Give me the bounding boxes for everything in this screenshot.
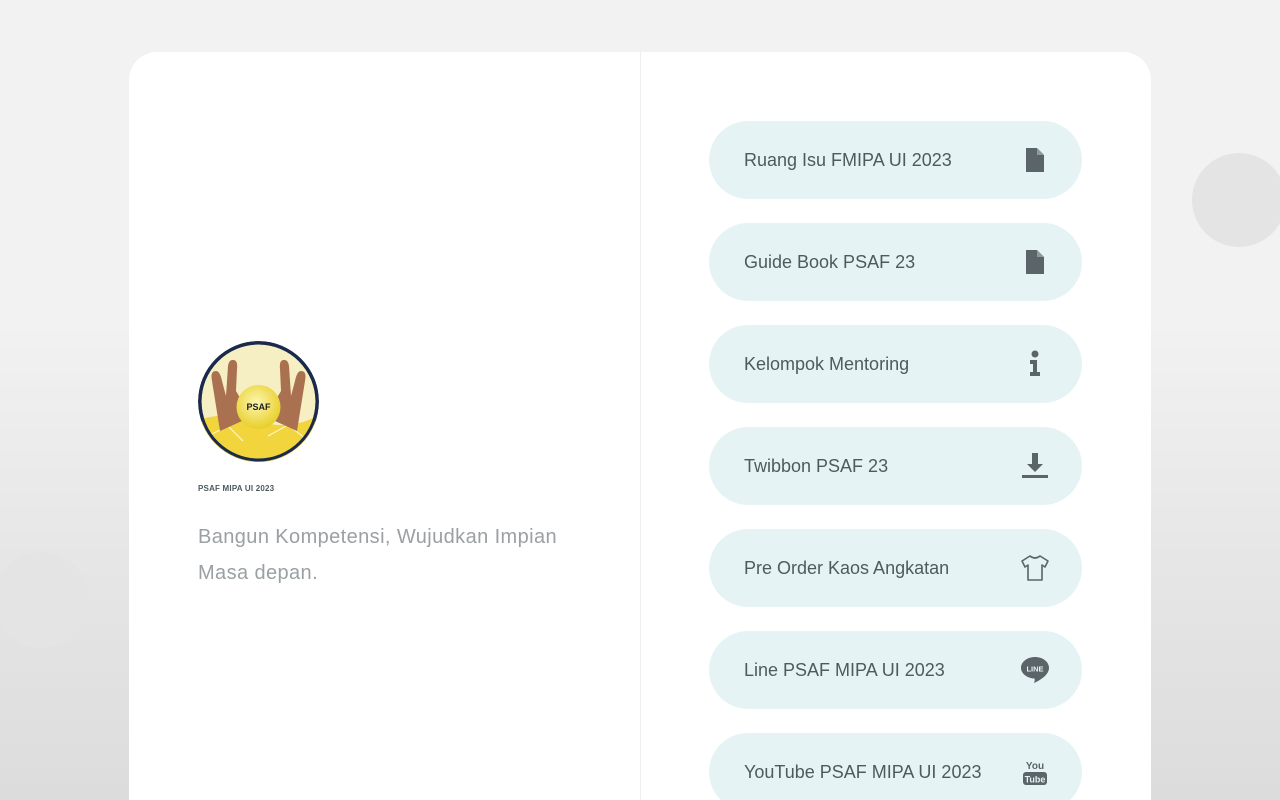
document-icon: [1020, 145, 1050, 175]
avatar: PSAF: [198, 341, 319, 462]
logo-text: PSAF: [246, 402, 271, 412]
tshirt-icon: [1020, 553, 1050, 583]
link-button-line[interactable]: Line PSAF MIPA UI 2023 LINE: [709, 631, 1082, 709]
link-button-ruang-isu[interactable]: Ruang Isu FMIPA UI 2023: [709, 121, 1082, 199]
line-icon: LINE: [1020, 655, 1050, 685]
card-divider: [640, 52, 641, 800]
youtube-icon: You Tube: [1020, 757, 1050, 787]
link-button-kelompok-mentoring[interactable]: Kelompok Mentoring: [709, 325, 1082, 403]
site-name: PSAF MIPA UI 2023: [198, 484, 275, 493]
link-label: Kelompok Mentoring: [744, 354, 910, 374]
link-label: Guide Book PSAF 23: [744, 252, 916, 272]
link-list: Ruang Isu FMIPA UI 2023 Guide Book PSAF …: [709, 121, 1082, 800]
link-label: Ruang Isu FMIPA UI 2023: [744, 150, 952, 170]
svg-text:Tube: Tube: [1025, 775, 1046, 785]
link-button-pre-order-kaos[interactable]: Pre Order Kaos Angkatan: [709, 529, 1082, 607]
decorative-circle-left: [0, 552, 89, 648]
svg-text:You: You: [1026, 761, 1044, 772]
tagline: Bangun Kompetensi, Wujudkan Impian Masa …: [198, 526, 558, 584]
download-icon: [1020, 451, 1050, 481]
link-label: Pre Order Kaos Angkatan: [744, 558, 950, 578]
svg-text:LINE: LINE: [1026, 665, 1043, 674]
psaf-logo-image: PSAF: [198, 341, 319, 462]
link-label: Twibbon PSAF 23: [744, 456, 889, 476]
profile-card: PSAF PSAF MIPA UI 2023 Bangun Kompetensi…: [129, 52, 1151, 800]
link-button-youtube[interactable]: YouTube PSAF MIPA UI 2023 You Tube: [709, 733, 1082, 800]
link-button-guide-book[interactable]: Guide Book PSAF 23: [709, 223, 1082, 301]
link-button-twibbon[interactable]: Twibbon PSAF 23: [709, 427, 1082, 505]
info-icon: [1020, 349, 1050, 379]
document-icon: [1020, 247, 1050, 277]
link-label: YouTube PSAF MIPA UI 2023: [744, 762, 982, 782]
link-label: Line PSAF MIPA UI 2023: [744, 660, 945, 680]
decorative-circle-right: [1192, 153, 1280, 247]
